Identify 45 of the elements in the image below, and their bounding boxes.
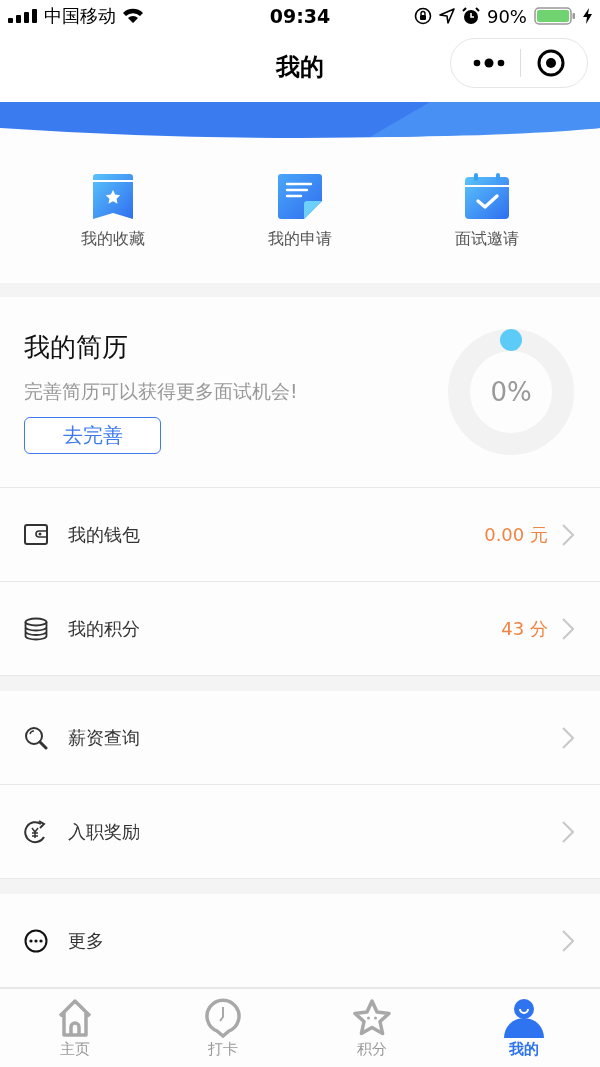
menu-label: 我的钱包	[68, 522, 141, 547]
chevron-icon	[562, 523, 574, 546]
chevron-icon	[562, 820, 574, 843]
close-mini-program-icon[interactable]	[537, 49, 566, 77]
tab-item[interactable]: 我的	[493, 995, 555, 1061]
more-icon	[24, 928, 48, 953]
menu-row[interactable]: 我的钱包 0.00 元	[0, 488, 600, 582]
wifi-icon	[122, 8, 144, 24]
menu-row[interactable]: 薪资查询	[0, 691, 600, 785]
status-time: 09:34	[269, 5, 331, 27]
resume-title: 我的简历	[24, 331, 128, 364]
search-icon	[24, 725, 48, 750]
complete-resume-button[interactable]: 去完善	[24, 417, 161, 454]
shortcut-button[interactable]: 面试邀请	[450, 169, 523, 254]
shortcut-button[interactable]: 我的收藏	[77, 169, 150, 254]
chevron-icon	[562, 617, 574, 640]
alarm-icon	[461, 7, 480, 25]
menu-label: 更多	[68, 928, 105, 953]
clock-icon	[205, 997, 241, 1038]
person-icon	[503, 997, 545, 1038]
menu-value: 43 分	[501, 616, 548, 641]
yuan-refresh-icon	[24, 819, 48, 844]
carrier-name: 中国移动	[44, 4, 116, 28]
battery-icon	[534, 7, 576, 25]
wallet-icon	[24, 523, 48, 546]
menu-label: 入职奖励	[68, 819, 141, 844]
coins-icon	[24, 616, 48, 641]
more-options-icon[interactable]	[472, 58, 505, 68]
shortcut-button[interactable]: 我的申请	[264, 169, 336, 254]
chevron-icon	[562, 726, 574, 749]
progress-percent: 0%	[489, 376, 533, 409]
location-icon	[438, 8, 455, 24]
menu-value: 0.00 元	[484, 522, 548, 547]
rotation-lock-icon	[413, 7, 432, 25]
star-icon	[351, 997, 393, 1038]
charging-icon	[583, 8, 592, 24]
menu-label: 我的积分	[68, 616, 141, 641]
document-icon	[277, 173, 323, 219]
battery-percent: 90%	[486, 5, 527, 27]
menu-label: 薪资查询	[68, 725, 141, 750]
calendar-check-icon	[463, 173, 510, 219]
page-title: 我的	[276, 52, 324, 83]
chevron-icon	[562, 929, 574, 952]
resume-hint: 完善简历可以获得更多面试机会!	[24, 379, 298, 404]
signal-icon	[8, 9, 38, 23]
